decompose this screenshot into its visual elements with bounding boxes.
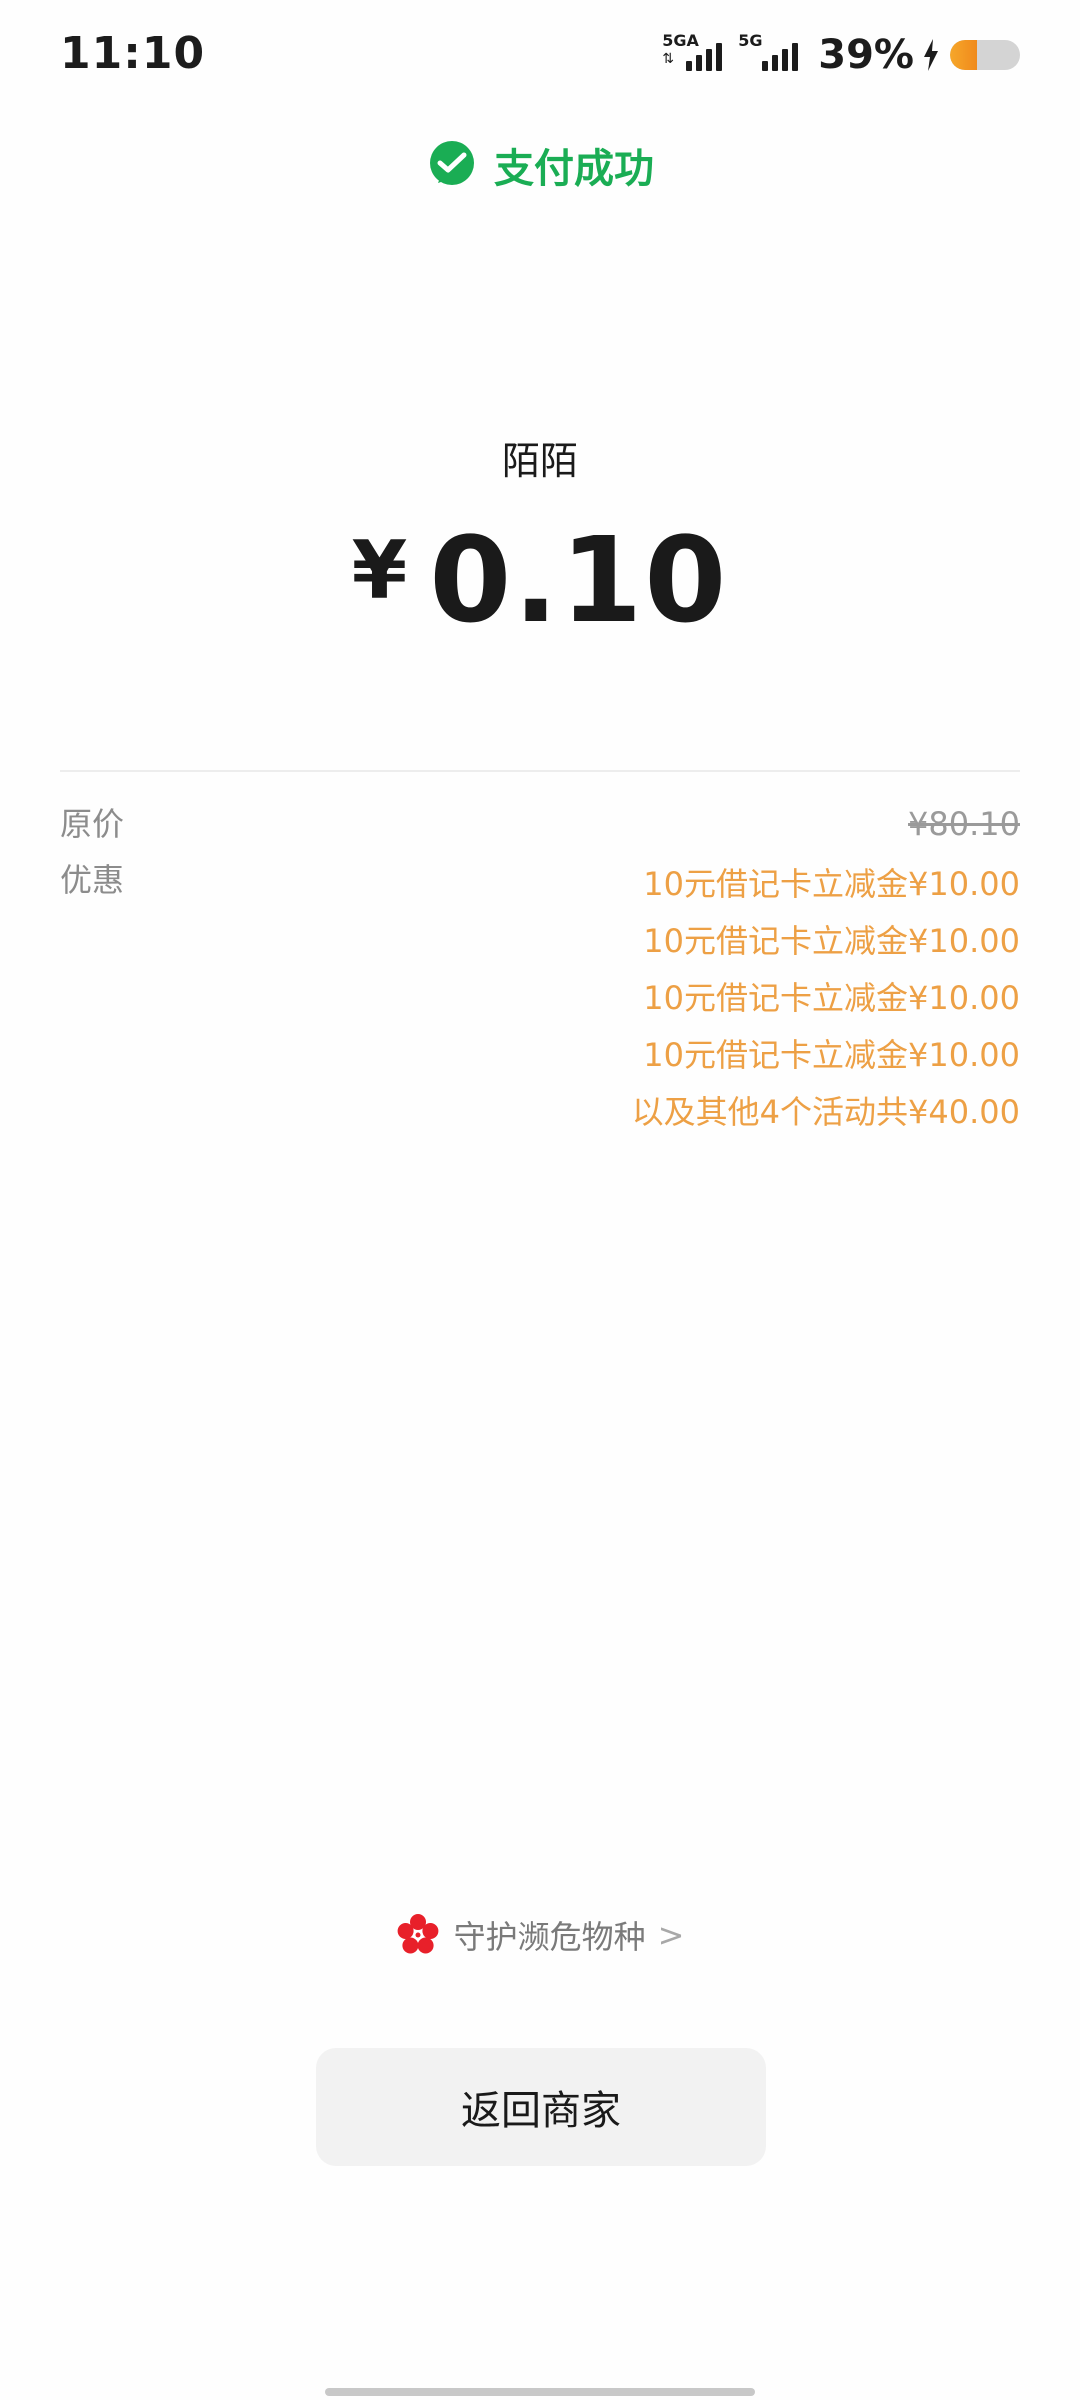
status-time: 11:10	[60, 28, 206, 79]
payment-details: 原价 ¥80.10 优惠 10元借记卡立减金¥10.00 10元借记卡立减金¥1…	[60, 800, 1020, 1149]
signal-sim1-icon: 5GA ⇅	[662, 33, 723, 77]
original-price-row: 原价 ¥80.10	[60, 800, 1020, 848]
signal-sim2-icon: 5G	[738, 31, 799, 77]
discount-summary: 以及其他4个活动共¥40.00	[631, 1093, 1020, 1131]
home-indicator[interactable]	[325, 2388, 755, 2396]
battery-icon	[950, 40, 1020, 70]
red-flower-icon	[397, 1914, 438, 1954]
discount-item: 10元借记卡立减金¥10.00	[643, 1036, 1020, 1074]
status-bar: 11:10 5GA ⇅ 5G 39%	[0, 0, 1080, 110]
discount-item: 10元借记卡立减金¥10.00	[643, 865, 1020, 903]
sim2-network-label: 5G	[738, 31, 763, 50]
payment-success-title: 支付成功	[494, 146, 654, 192]
original-price-label: 原价	[60, 805, 125, 843]
data-arrows-icon: ⇅	[662, 51, 674, 67]
battery-percent: 39%	[818, 32, 914, 78]
discount-item: 10元借记卡立减金¥10.00	[643, 922, 1020, 960]
discount-item: 10元借记卡立减金¥10.00	[643, 979, 1020, 1017]
amount-value: 0.10	[429, 511, 729, 649]
chevron-right-icon: >	[657, 1916, 685, 1954]
wechat-pay-icon	[430, 141, 474, 185]
discount-label: 优惠	[60, 861, 125, 899]
payment-result-header: 支付成功	[0, 130, 1080, 200]
currency-symbol: ¥	[351, 524, 408, 617]
divider	[60, 770, 1020, 772]
merchant-name: 陌陌	[501, 439, 578, 483]
payment-amount: ¥ 0.10	[0, 510, 1080, 650]
discount-row: 优惠 10元借记卡立减金¥10.00 10元借记卡立减金¥10.00 10元借记…	[60, 856, 1020, 1141]
original-price-value: ¥80.10	[908, 805, 1020, 843]
status-indicators: 5GA ⇅ 5G 39%	[662, 30, 1020, 80]
protect-species-text: 守护濒危物种	[453, 1918, 646, 1956]
charging-bolt-icon	[924, 39, 938, 71]
return-to-merchant-button[interactable]: 返回商家	[316, 2048, 766, 2166]
battery-level-fill	[950, 40, 978, 70]
discount-list: 10元借记卡立减金¥10.00 10元借记卡立减金¥10.00 10元借记卡立减…	[632, 856, 1020, 1141]
protect-species-link[interactable]: 守护濒危物种 >	[0, 1905, 1080, 1965]
payment-success-screen: 11:10 5GA ⇅ 5G 39% 支付成功 陌陌 ¥ 0.10 原价 ¥80…	[0, 0, 1080, 2400]
